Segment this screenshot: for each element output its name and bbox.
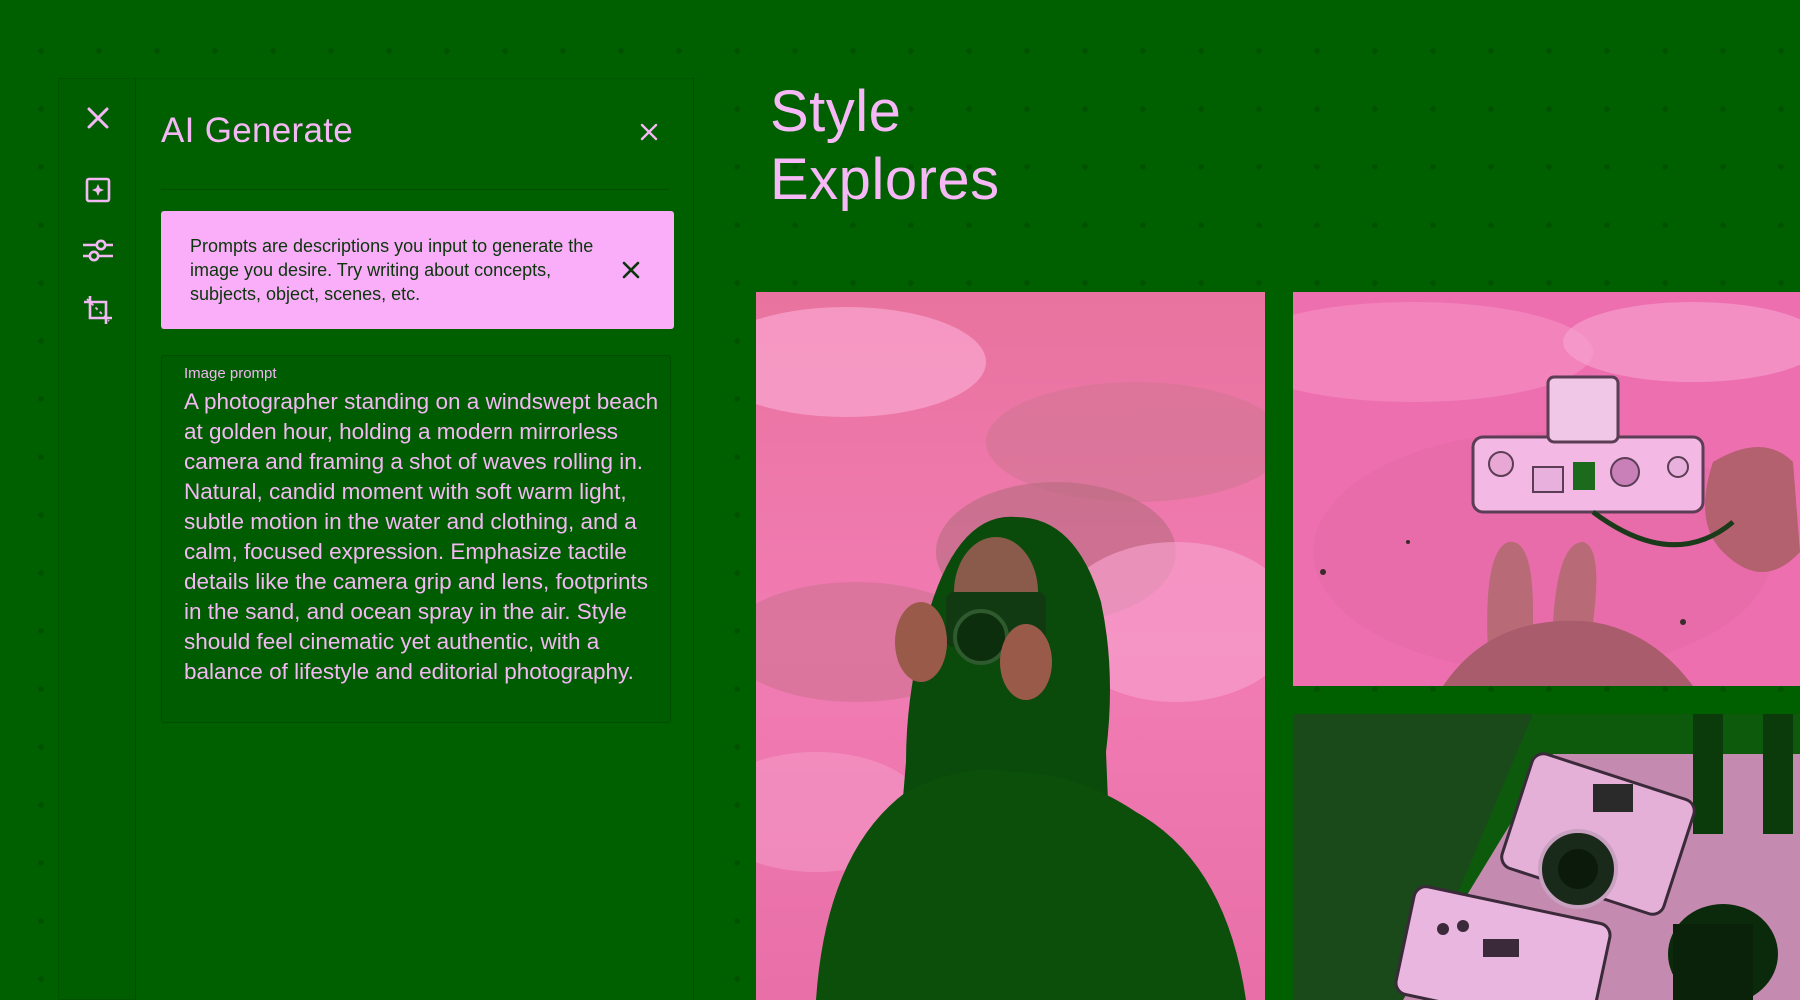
page-title: Style Explores	[770, 78, 1000, 214]
tool-rail	[58, 78, 136, 1000]
app-canvas: AI Generate Prompts are descriptions you…	[0, 0, 1800, 1000]
rail-adjust-button[interactable]	[77, 229, 119, 271]
page-title-line-2: Explores	[770, 147, 1000, 212]
sliders-icon	[83, 239, 113, 262]
panel-divider	[161, 189, 669, 190]
add-image-icon	[85, 177, 111, 203]
tip-dismiss-button[interactable]	[616, 255, 646, 285]
image-prompt-label: Image prompt	[184, 365, 277, 382]
prompt-tip-banner: Prompts are descriptions you input to ge…	[161, 211, 674, 329]
panel-title: AI Generate	[161, 111, 354, 150]
portrait-photo-image	[756, 292, 1265, 1000]
beach-camera-photo-image	[1293, 292, 1800, 686]
gallery-image-photographer-portrait[interactable]	[756, 292, 1265, 1000]
gallery-image-vintage-cameras[interactable]	[1293, 714, 1800, 1000]
prompt-tip-text: Prompts are descriptions you input to ge…	[190, 236, 594, 304]
crop-icon	[84, 296, 112, 324]
page-title-line-1: Style	[770, 79, 902, 144]
gallery-image-camera-on-beach[interactable]	[1293, 292, 1800, 686]
close-icon	[640, 123, 658, 141]
panel-close-button[interactable]	[634, 117, 664, 147]
close-icon	[622, 261, 640, 279]
vintage-cameras-photo-image	[1293, 714, 1800, 1000]
rail-close-button[interactable]	[77, 97, 119, 139]
rail-ai-generate-button[interactable]	[77, 169, 119, 211]
close-icon	[87, 107, 109, 129]
image-prompt-field[interactable]: Image prompt A photographer standing on …	[161, 355, 671, 723]
image-prompt-input[interactable]: A photographer standing on a windswept b…	[184, 387, 664, 687]
ai-generate-panel: AI Generate Prompts are descriptions you…	[136, 78, 694, 1000]
rail-crop-button[interactable]	[77, 289, 119, 331]
